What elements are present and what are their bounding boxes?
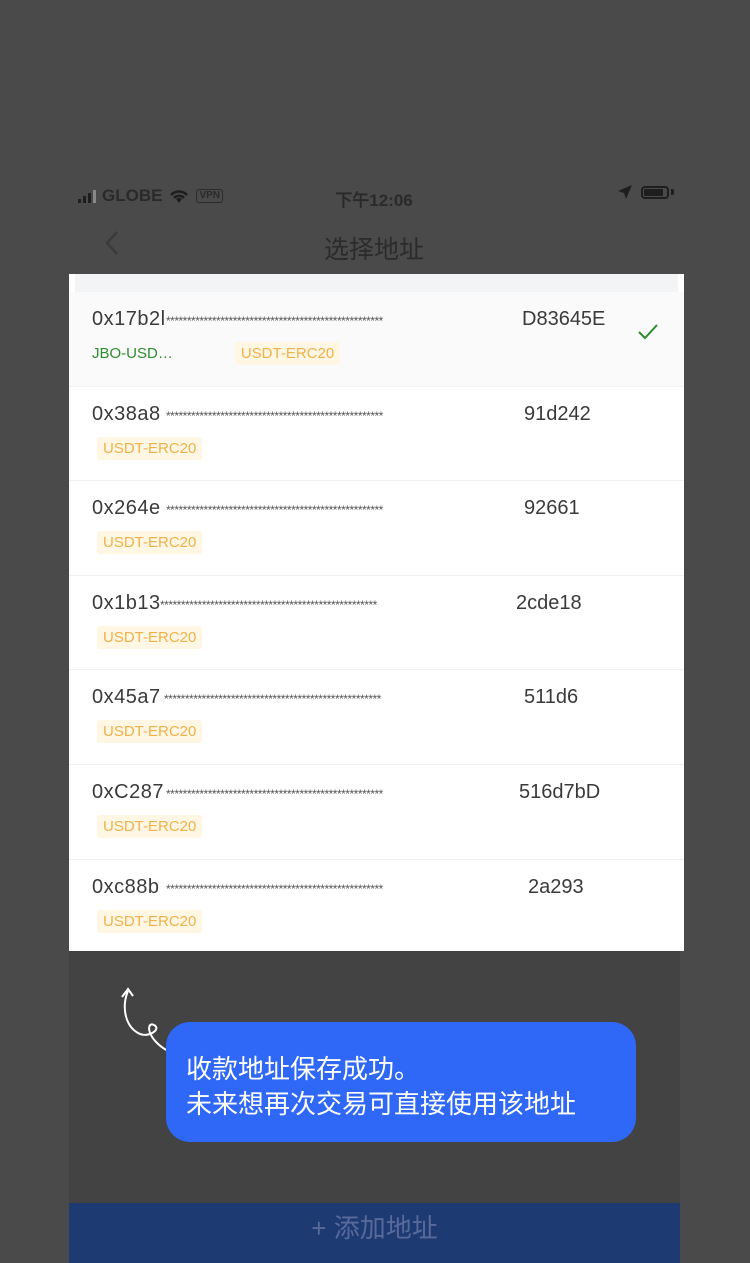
tag-row: USDT-ERC20 xyxy=(97,814,203,838)
address-row-2[interactable]: 0x38a8 *********************************… xyxy=(69,387,684,482)
address-suffix: 91d242 xyxy=(524,402,591,425)
address-mask: ****************************************… xyxy=(166,881,383,896)
tag-row: USDT-ERC20 xyxy=(97,909,203,933)
tooltip-line-1: 收款地址保存成功。 xyxy=(186,1054,421,1084)
address-prefix: 0x17b2l xyxy=(92,308,166,330)
page-title: 选择地址 xyxy=(323,236,424,264)
address-row-7[interactable]: 0xc88b *********************************… xyxy=(69,860,684,955)
address-prefix: 0x45a7 xyxy=(92,686,161,709)
address-suffix: 2cde18 xyxy=(516,591,582,614)
address-mask: ****************************************… xyxy=(166,314,383,328)
tag-row: USDT-ERC20 xyxy=(97,436,203,460)
network-tag: USDT-ERC20 xyxy=(97,720,203,744)
tooltip-line-2: 未来想再次交易可直接使用该地址 xyxy=(186,1089,577,1119)
checkmark-icon xyxy=(638,324,658,340)
network-tag: USDT-ERC20 xyxy=(97,531,203,555)
address-suffix: 516d7bD xyxy=(519,780,601,803)
network-tag: USDT-ERC20 xyxy=(97,814,203,838)
address-suffix: D83645E xyxy=(522,308,606,330)
address-row-6[interactable]: 0xC287 *********************************… xyxy=(69,765,684,860)
tag-row: USDT-ERC20 xyxy=(97,720,203,744)
address-mask: ****************************************… xyxy=(164,692,381,707)
tag-row: USDT-ERC20 xyxy=(97,531,203,555)
status-time: 下午12:06 xyxy=(335,191,413,210)
address-suffix: 511d6 xyxy=(524,686,579,709)
battery-icon xyxy=(641,185,669,199)
location-arrow-icon xyxy=(618,185,632,199)
status-bar: GLOBE VPN 下午12:06 xyxy=(68,178,680,214)
address-list: 0x17b2l ********************************… xyxy=(69,274,684,951)
address-suffix: 92661 xyxy=(524,497,580,520)
nav-bar: 选择地址 xyxy=(68,220,680,270)
address-suffix: 2a293 xyxy=(528,875,584,898)
network-tag: USDT-ERC20 xyxy=(97,436,203,460)
address-mask: ****************************************… xyxy=(166,786,383,801)
address-prefix: 0x264e xyxy=(92,497,161,520)
address-row-5[interactable]: 0x45a7 *********************************… xyxy=(69,670,684,765)
address-prefix: 0xC287 xyxy=(92,780,164,803)
battery-tip xyxy=(671,189,674,195)
network-tag: USDT-ERC20 xyxy=(97,909,203,933)
address-mask: ****************************************… xyxy=(160,597,377,612)
address-name: JBO-USD… xyxy=(92,345,173,362)
tag-row: JBO-USD… USDT-ERC20 xyxy=(92,342,341,365)
status-right xyxy=(617,184,674,200)
address-prefix: 0x1b13 xyxy=(92,591,161,614)
address-row-1[interactable]: 0x17b2l ********************************… xyxy=(69,292,684,387)
list-top-strip xyxy=(75,274,678,292)
tag-row: USDT-ERC20 xyxy=(97,625,203,649)
network-tag: USDT-ERC20 xyxy=(97,625,203,649)
address-row-3[interactable]: 0x264e *********************************… xyxy=(69,481,684,576)
network-tag: USDT-ERC20 xyxy=(234,342,341,365)
add-address-button[interactable]: + 添加地址 xyxy=(69,1203,680,1263)
address-mask: ****************************************… xyxy=(166,408,383,423)
address-row-4[interactable]: 0x1b13 *********************************… xyxy=(69,576,684,671)
address-prefix: 0xc88b xyxy=(92,875,160,898)
address-prefix: 0x38a8 xyxy=(92,402,161,425)
success-tooltip: 收款地址保存成功。 未来想再次交易可直接使用该地址 xyxy=(166,1022,636,1142)
address-mask: ****************************************… xyxy=(166,503,383,518)
